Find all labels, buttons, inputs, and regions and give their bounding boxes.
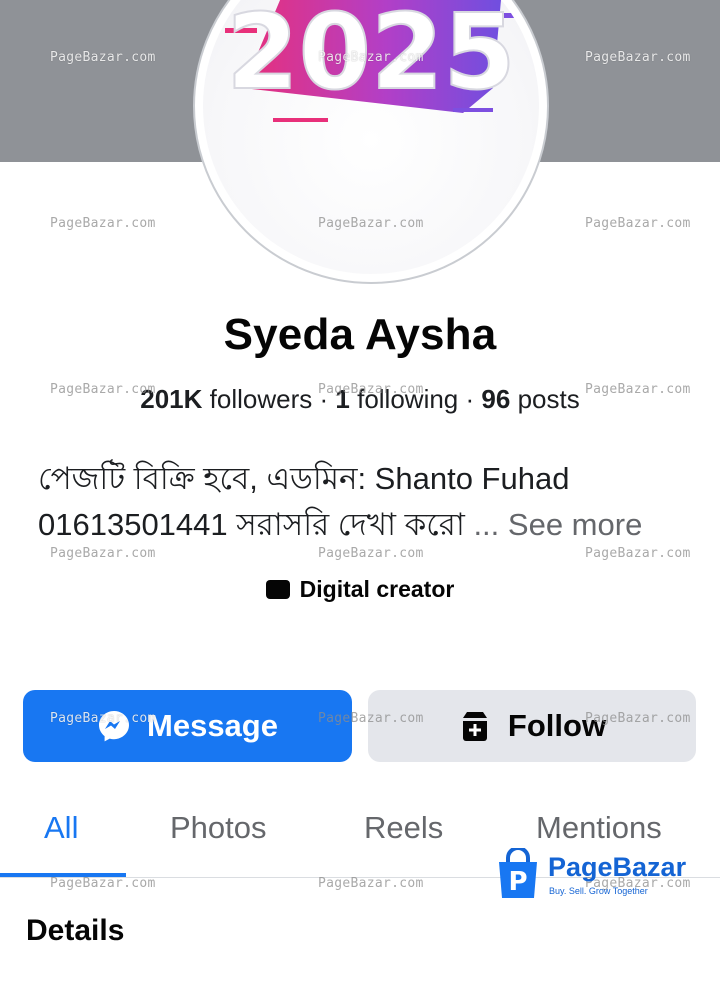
tab-mentions[interactable]: Mentions: [536, 810, 662, 846]
posts-label: posts: [517, 384, 580, 414]
watermark-logo: P PageBazar Buy. Sell. Grow Together: [496, 846, 686, 904]
profile-bio: পেজটি বিক্রি হবে, এডমিন: Shanto Fuhad 01…: [38, 456, 698, 548]
watermark: PageBazar.com: [585, 216, 691, 231]
message-button-label: Message: [147, 708, 278, 743]
watermark: PageBazar.com: [318, 50, 424, 65]
followers-label[interactable]: followers: [210, 384, 313, 414]
tab-all[interactable]: All: [44, 810, 78, 846]
video-icon: [265, 580, 290, 599]
profile-name: Syeda Aysha: [223, 310, 497, 359]
watermark: PageBazar.com: [318, 876, 424, 891]
svg-text:P: P: [508, 867, 527, 897]
watermark: PageBazar.com: [50, 546, 156, 561]
bio-line-1: পেজটি বিক্রি হবে, এডমিন: Shanto Fuhad: [38, 461, 570, 496]
see-more-link[interactable]: See more: [508, 507, 642, 542]
profile-picture[interactable]: 2025: [193, 0, 549, 284]
watermark: PageBazar.com: [318, 711, 424, 726]
watermark: PageBazar.com: [585, 711, 691, 726]
tab-photos[interactable]: Photos: [170, 810, 267, 846]
follow-button[interactable]: Follow: [368, 690, 696, 762]
watermark: PageBazar.com: [585, 50, 691, 65]
tab-reels[interactable]: Reels: [364, 810, 443, 846]
avatar: 2025: [203, 0, 539, 274]
follow-icon: [458, 709, 492, 743]
stats-separator: ·: [465, 384, 475, 414]
watermark: PageBazar.com: [318, 546, 424, 561]
watermark: PageBazar.com: [50, 50, 156, 65]
message-button[interactable]: Message: [23, 690, 352, 762]
watermark: PageBazar.com: [585, 546, 691, 561]
watermark: PageBazar.com: [50, 216, 156, 231]
watermark: PageBazar.com: [318, 382, 424, 397]
logo-name: PageBazar: [548, 852, 687, 882]
bio-ellipsis: ...: [473, 507, 500, 542]
watermark: PageBazar.com: [50, 382, 156, 397]
avatar-artwork: 2025: [225, 0, 519, 122]
profile-category: Digital creator: [0, 576, 720, 603]
watermark: PageBazar.com: [318, 216, 424, 231]
shopping-bag-icon: P: [499, 848, 537, 898]
posts-count: 96: [481, 384, 511, 414]
category-label: Digital creator: [299, 576, 455, 602]
watermark: PageBazar.com: [50, 711, 156, 726]
logo-tagline: Buy. Sell. Grow Together: [549, 886, 648, 896]
watermark: PageBazar.com: [585, 382, 691, 397]
details-heading: Details: [26, 914, 125, 947]
bio-line-2: 01613501441 সরাসরি দেখা করো: [38, 507, 465, 542]
watermark: PageBazar.com: [50, 876, 156, 891]
